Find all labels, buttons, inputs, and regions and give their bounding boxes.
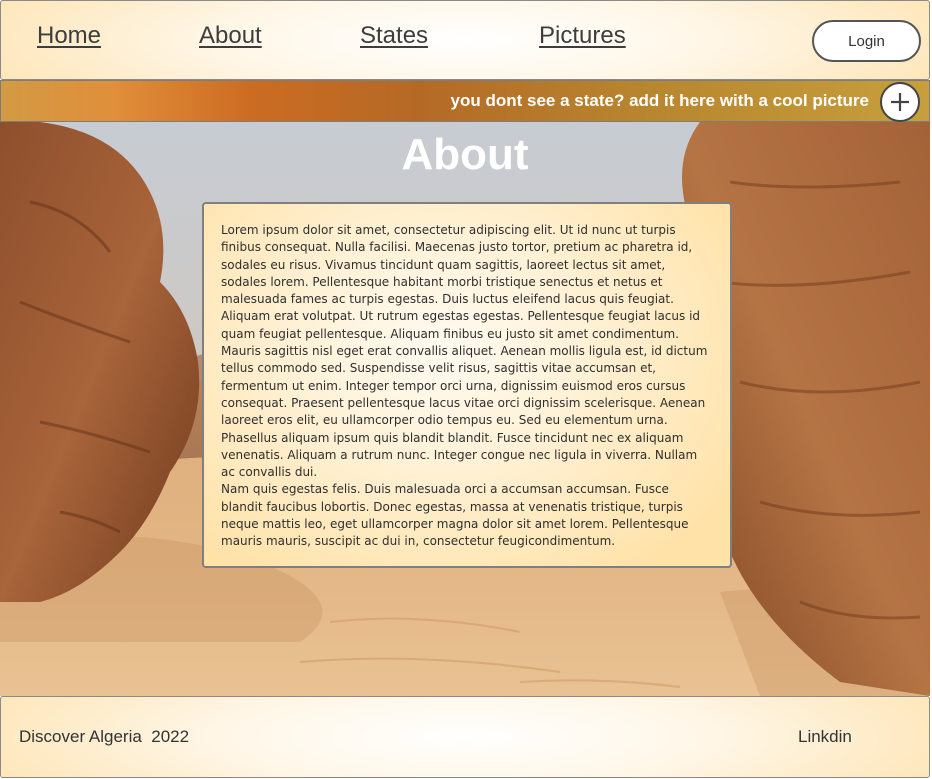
- top-navbar: Home About States Pictures Login: [0, 0, 930, 80]
- footer-copyright: Discover Algeria 2022: [19, 727, 190, 746]
- about-paragraph-3: Nam quis egestas felis. Duis malesuada o…: [221, 482, 689, 549]
- about-content-card: Lorem ipsum dolor sit amet, consectetur …: [202, 202, 732, 568]
- add-state-button[interactable]: [880, 82, 920, 122]
- about-paragraph-1: Lorem ipsum dolor sit amet, consectetur …: [221, 223, 701, 341]
- nav-link-home[interactable]: Home: [37, 22, 101, 50]
- hero-section: About Lorem ipsum dolor sit amet, consec…: [0, 122, 930, 696]
- plus-icon: [891, 93, 909, 111]
- nav-link-pictures[interactable]: Pictures: [539, 22, 626, 50]
- footer-link-linkedin[interactable]: Linkdin: [798, 727, 852, 747]
- add-state-banner-text: you dont see a state? add it here with a…: [450, 91, 869, 110]
- footer: Discover Algeria 2022 Linkdin: [0, 696, 930, 778]
- nav-link-states[interactable]: States: [360, 22, 428, 50]
- about-heading: About: [401, 130, 529, 179]
- login-button[interactable]: Login: [812, 20, 921, 62]
- nav-link-about[interactable]: About: [199, 22, 262, 50]
- about-paragraph-2: Mauris sagittis nisl eget erat convallis…: [221, 344, 708, 480]
- add-state-banner: you dont see a state? add it here with a…: [0, 80, 930, 122]
